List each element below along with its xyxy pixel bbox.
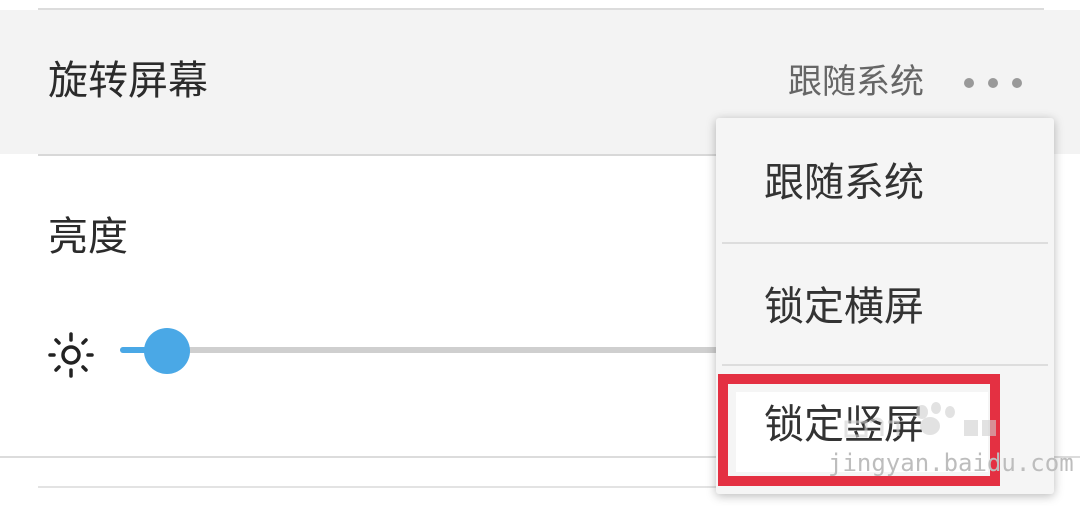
- menu-item-label: 跟随系统: [764, 160, 924, 206]
- menu-item-label: 锁定横屏: [764, 284, 924, 330]
- rotate-screen-title: 旋转屏幕: [48, 58, 208, 104]
- rotate-screen-value: 跟随系统: [788, 62, 924, 102]
- menu-divider: [722, 364, 1048, 366]
- sun-icon: [48, 332, 94, 378]
- menu-item-lock-landscape[interactable]: 锁定横屏: [716, 242, 1054, 362]
- more-dots-icon[interactable]: [964, 76, 1022, 90]
- brightness-slider-thumb[interactable]: [144, 328, 190, 374]
- brightness-slider-track[interactable]: [120, 347, 720, 353]
- menu-item-follow-system[interactable]: 跟随系统: [716, 118, 1054, 238]
- watermark-text: jingyan.baidu.com: [828, 449, 1074, 477]
- brightness-title: 亮度: [48, 214, 128, 260]
